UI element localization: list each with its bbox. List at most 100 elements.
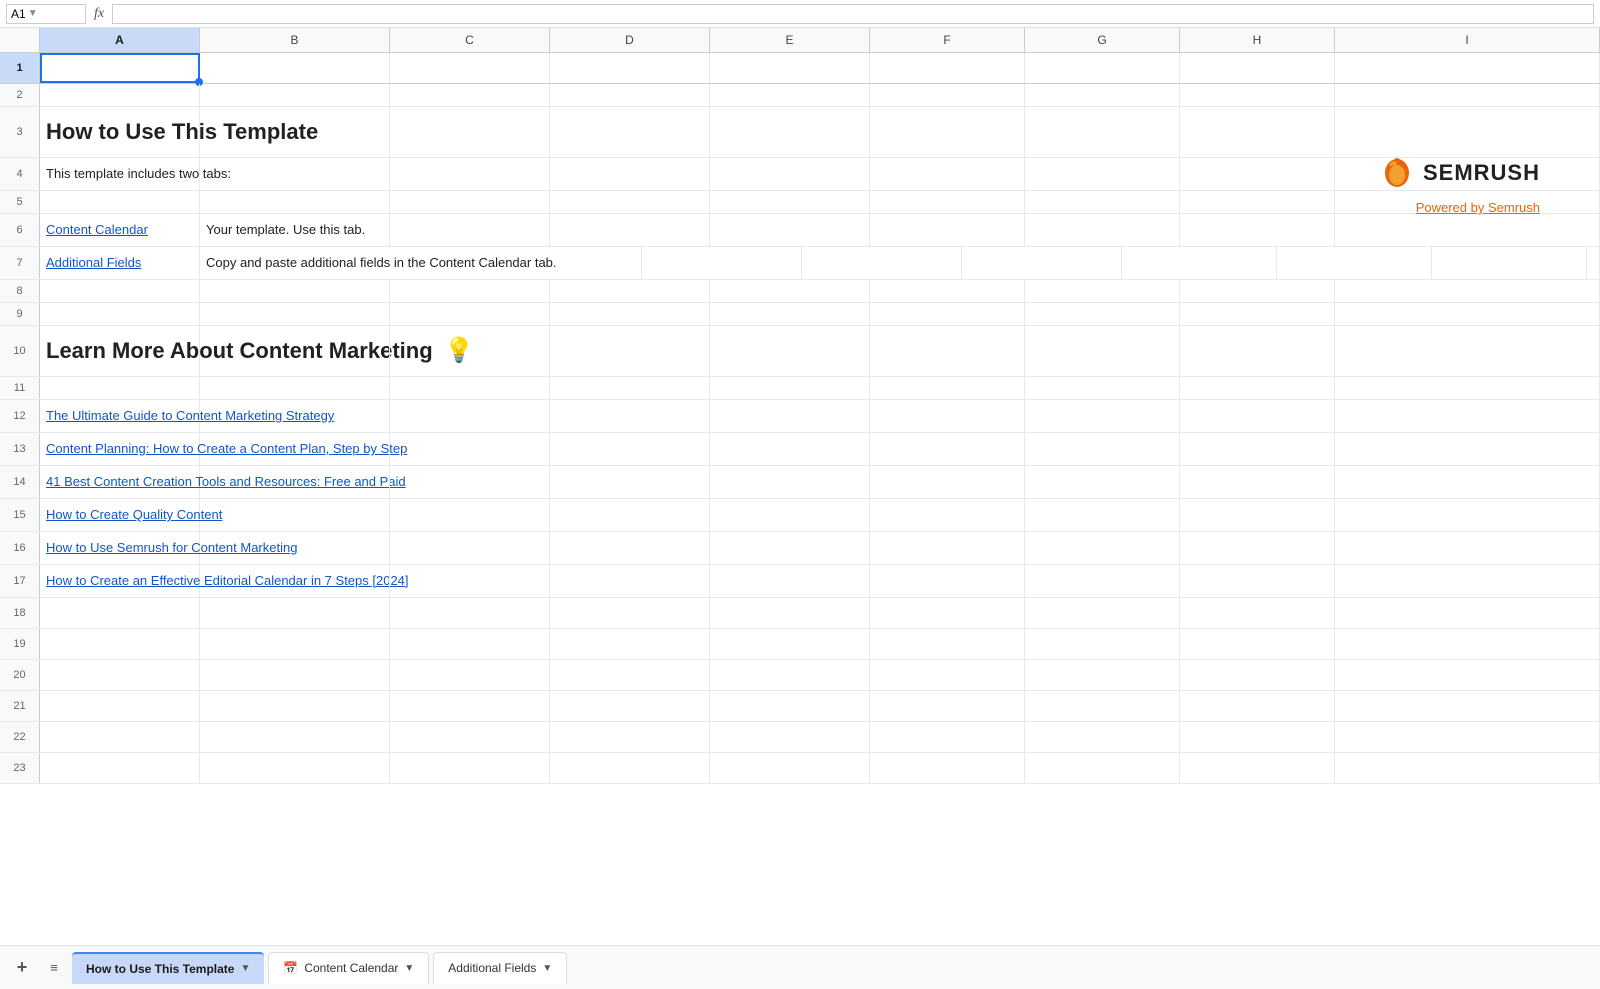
cell-f16[interactable] bbox=[870, 532, 1025, 564]
cell-b14[interactable] bbox=[200, 466, 390, 498]
cell-a3[interactable]: How to Use This Template bbox=[40, 107, 200, 157]
cell-d23[interactable] bbox=[550, 753, 710, 783]
cell-a1[interactable] bbox=[40, 53, 200, 83]
cell-f23[interactable] bbox=[870, 753, 1025, 783]
cell-f22[interactable] bbox=[870, 722, 1025, 752]
cell-f1[interactable] bbox=[870, 53, 1025, 83]
cell-c19[interactable] bbox=[390, 629, 550, 659]
cell-h22[interactable] bbox=[1180, 722, 1335, 752]
cell-i17[interactable] bbox=[1335, 565, 1600, 597]
cell-d19[interactable] bbox=[550, 629, 710, 659]
cell-g2[interactable] bbox=[1025, 84, 1180, 106]
cell-i15[interactable] bbox=[1335, 499, 1600, 531]
cell-f19[interactable] bbox=[870, 629, 1025, 659]
cell-h7[interactable] bbox=[1432, 247, 1587, 279]
cell-f3[interactable] bbox=[870, 107, 1025, 157]
cell-b12[interactable] bbox=[200, 400, 390, 432]
cell-d1[interactable] bbox=[550, 53, 710, 83]
cell-h14[interactable] bbox=[1180, 466, 1335, 498]
cell-h20[interactable] bbox=[1180, 660, 1335, 690]
cell-e20[interactable] bbox=[710, 660, 870, 690]
cell-f20[interactable] bbox=[870, 660, 1025, 690]
cell-h18[interactable] bbox=[1180, 598, 1335, 628]
sheet-menu-button[interactable]: ≡ bbox=[40, 954, 68, 982]
cell-g15[interactable] bbox=[1025, 499, 1180, 531]
cell-d10[interactable] bbox=[550, 326, 710, 376]
cell-h16[interactable] bbox=[1180, 532, 1335, 564]
cell-d11[interactable] bbox=[550, 377, 710, 399]
cell-i10[interactable] bbox=[1335, 326, 1600, 376]
cell-d22[interactable] bbox=[550, 722, 710, 752]
cell-c12[interactable] bbox=[390, 400, 550, 432]
cell-b6[interactable]: Your template. Use this tab. bbox=[200, 214, 390, 246]
cell-a18[interactable] bbox=[40, 598, 200, 628]
cell-i4[interactable] bbox=[1335, 158, 1600, 190]
cell-h21[interactable] bbox=[1180, 691, 1335, 721]
cell-b8[interactable] bbox=[200, 280, 390, 302]
col-header-d[interactable]: D bbox=[550, 28, 710, 52]
cell-e4[interactable] bbox=[710, 158, 870, 190]
cell-i1[interactable] bbox=[1335, 53, 1600, 83]
cell-h4[interactable] bbox=[1180, 158, 1335, 190]
col-header-c[interactable]: C bbox=[390, 28, 550, 52]
cell-i11[interactable] bbox=[1335, 377, 1600, 399]
cell-g11[interactable] bbox=[1025, 377, 1180, 399]
cell-h11[interactable] bbox=[1180, 377, 1335, 399]
content-calendar-link[interactable]: Content Calendar bbox=[46, 222, 148, 237]
cell-g5[interactable] bbox=[1025, 191, 1180, 213]
cell-e22[interactable] bbox=[710, 722, 870, 752]
cell-b2[interactable] bbox=[200, 84, 390, 106]
cell-i21[interactable] bbox=[1335, 691, 1600, 721]
cell-f18[interactable] bbox=[870, 598, 1025, 628]
cell-a19[interactable] bbox=[40, 629, 200, 659]
cell-c17[interactable] bbox=[390, 565, 550, 597]
cell-i2[interactable] bbox=[1335, 84, 1600, 106]
cell-g18[interactable] bbox=[1025, 598, 1180, 628]
cell-f21[interactable] bbox=[870, 691, 1025, 721]
cell-i20[interactable] bbox=[1335, 660, 1600, 690]
cell-c13[interactable] bbox=[390, 433, 550, 465]
cell-c23[interactable] bbox=[390, 753, 550, 783]
cell-h12[interactable] bbox=[1180, 400, 1335, 432]
cell-g10[interactable] bbox=[1025, 326, 1180, 376]
cell-d3[interactable] bbox=[550, 107, 710, 157]
cell-b10[interactable] bbox=[200, 326, 390, 376]
cell-b4[interactable] bbox=[200, 158, 390, 190]
cell-g23[interactable] bbox=[1025, 753, 1180, 783]
link-quality-content[interactable]: How to Create Quality Content bbox=[46, 507, 222, 522]
cell-b18[interactable] bbox=[200, 598, 390, 628]
cell-h5[interactable] bbox=[1180, 191, 1335, 213]
cell-b5[interactable] bbox=[200, 191, 390, 213]
cell-h13[interactable] bbox=[1180, 433, 1335, 465]
tab-how-to-use[interactable]: How to Use This Template ▼ bbox=[72, 952, 264, 984]
cell-e10[interactable] bbox=[710, 326, 870, 376]
cell-c3[interactable] bbox=[390, 107, 550, 157]
cell-c4[interactable] bbox=[390, 158, 550, 190]
cell-i23[interactable] bbox=[1335, 753, 1600, 783]
cell-c1[interactable] bbox=[390, 53, 550, 83]
cell-g17[interactable] bbox=[1025, 565, 1180, 597]
cell-i13[interactable] bbox=[1335, 433, 1600, 465]
cell-g20[interactable] bbox=[1025, 660, 1180, 690]
cell-b17[interactable] bbox=[200, 565, 390, 597]
cell-i22[interactable] bbox=[1335, 722, 1600, 752]
cell-g13[interactable] bbox=[1025, 433, 1180, 465]
cell-g6[interactable] bbox=[1025, 214, 1180, 246]
col-header-e[interactable]: E bbox=[710, 28, 870, 52]
cell-g22[interactable] bbox=[1025, 722, 1180, 752]
cell-c11[interactable] bbox=[390, 377, 550, 399]
cell-c8[interactable] bbox=[390, 280, 550, 302]
cell-a17[interactable]: How to Create an Effective Editorial Cal… bbox=[40, 565, 200, 597]
cell-c16[interactable] bbox=[390, 532, 550, 564]
cell-c6[interactable] bbox=[390, 214, 550, 246]
cell-h8[interactable] bbox=[1180, 280, 1335, 302]
cell-f5[interactable] bbox=[870, 191, 1025, 213]
cell-b7[interactable]: Copy and paste additional fields in the … bbox=[200, 247, 642, 279]
cell-f4[interactable] bbox=[870, 158, 1025, 190]
cell-d14[interactable] bbox=[550, 466, 710, 498]
cell-h17[interactable] bbox=[1180, 565, 1335, 597]
cell-f2[interactable] bbox=[870, 84, 1025, 106]
cell-a20[interactable] bbox=[40, 660, 200, 690]
cell-b23[interactable] bbox=[200, 753, 390, 783]
cell-g4[interactable] bbox=[1025, 158, 1180, 190]
